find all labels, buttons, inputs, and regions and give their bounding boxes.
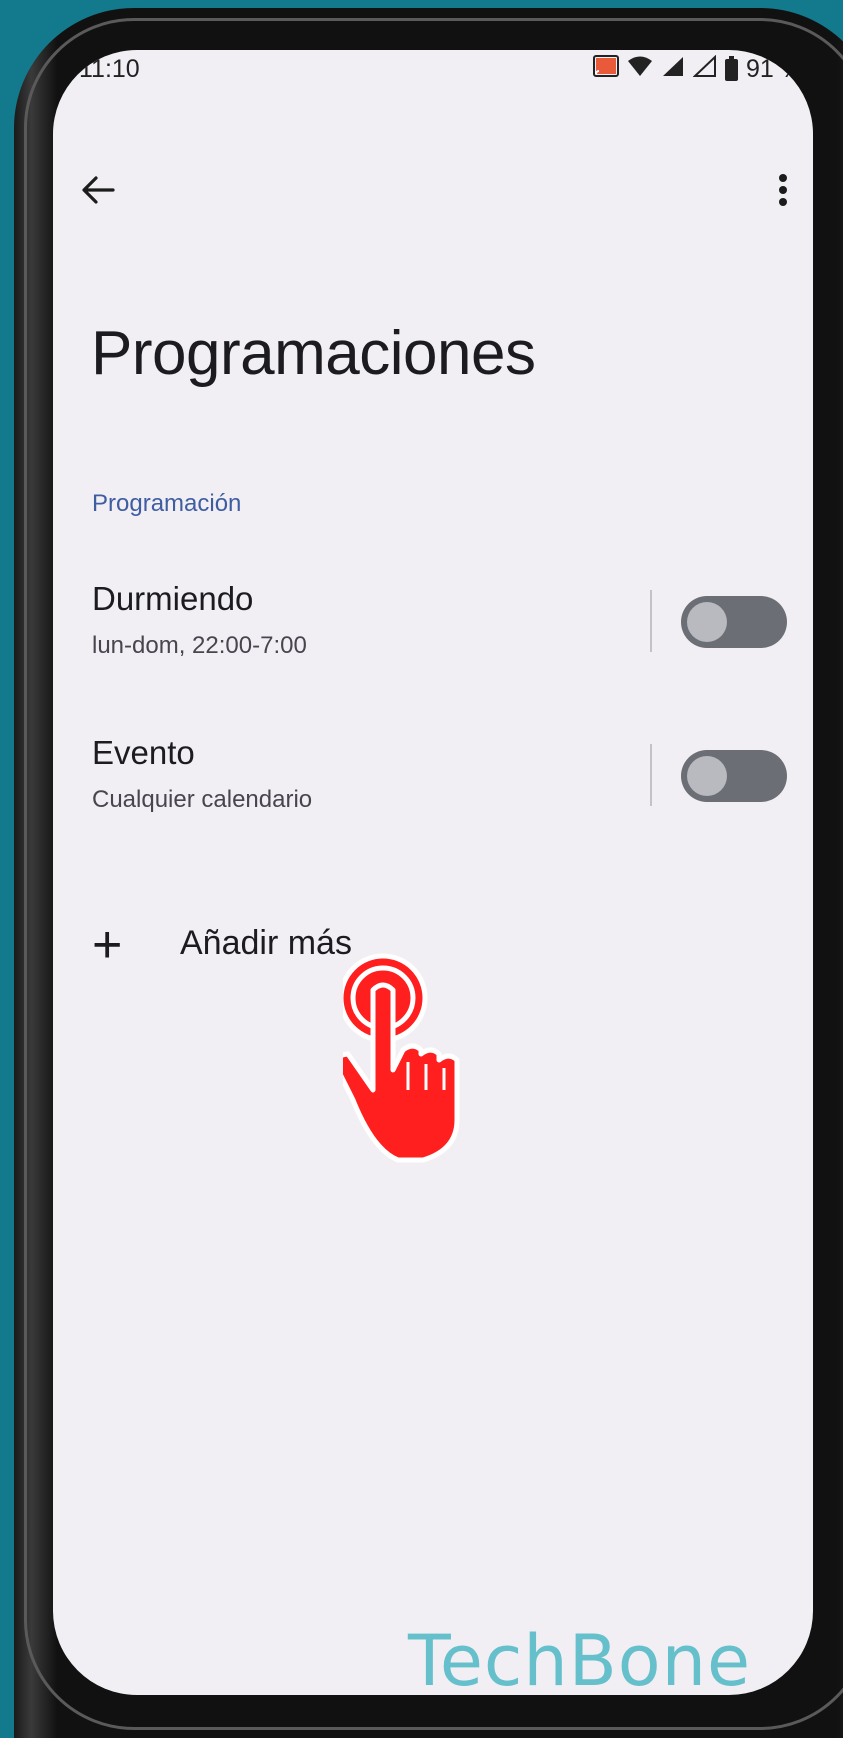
row-divider xyxy=(650,590,652,652)
schedule-title: Evento xyxy=(92,734,195,771)
back-arrow-icon xyxy=(82,176,115,204)
wifi-icon xyxy=(627,55,653,84)
schedule-toggle[interactable] xyxy=(681,750,787,802)
schedule-title: Durmiendo xyxy=(92,580,254,617)
watermark-logo: TechBone xyxy=(408,1620,752,1695)
signal-icon xyxy=(661,55,685,84)
schedule-subtitle: lun-dom, 22:00-7:00 xyxy=(92,632,307,659)
section-header: Programación xyxy=(92,490,242,517)
row-divider xyxy=(650,744,652,806)
page-title: Programaciones xyxy=(91,319,536,388)
plus-icon: + xyxy=(92,916,123,974)
tap-hand-icon xyxy=(334,950,483,1175)
phone-screen: 11:10 91 % Programaciones Programación D… xyxy=(53,50,813,1695)
back-button[interactable] xyxy=(73,165,123,215)
status-icons: 91 % xyxy=(593,54,803,84)
add-more-label: Añadir más xyxy=(180,924,352,962)
top-app-bar xyxy=(53,150,813,230)
schedule-toggle[interactable] xyxy=(681,596,787,648)
toggle-knob xyxy=(687,602,727,642)
status-bar: 11:10 91 % xyxy=(53,50,813,110)
more-options-button[interactable] xyxy=(763,165,803,215)
schedule-row-sleeping[interactable]: Durmiendo lun-dom, 22:00-7:00 xyxy=(92,580,812,700)
status-time: 11:10 xyxy=(79,55,140,83)
battery-icon xyxy=(725,55,739,81)
schedule-row-event[interactable]: Evento Cualquier calendario xyxy=(92,734,812,854)
cast-icon xyxy=(593,55,620,84)
more-vert-icon xyxy=(779,174,787,206)
battery-level: 91 % xyxy=(746,55,803,83)
toggle-knob xyxy=(687,756,727,796)
schedule-subtitle: Cualquier calendario xyxy=(92,786,313,813)
signal-roaming-icon xyxy=(692,54,717,84)
